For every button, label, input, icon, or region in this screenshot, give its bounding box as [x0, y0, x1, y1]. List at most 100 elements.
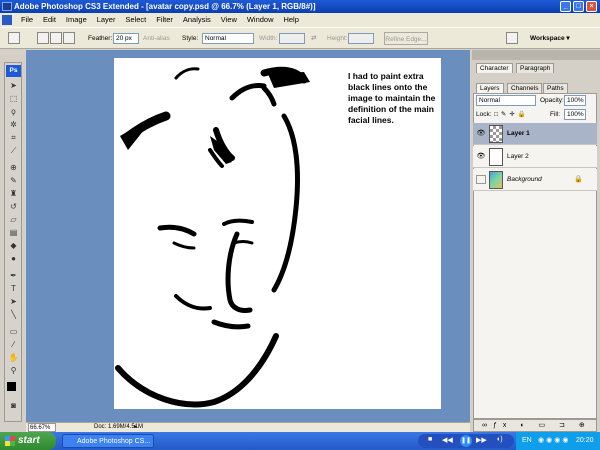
menu-analysis[interactable]: Analysis [179, 13, 215, 27]
eye-icon[interactable]: 👁 [476, 152, 486, 161]
opacity-input[interactable]: 100% [564, 95, 586, 106]
language-indicator[interactable]: EN [522, 432, 532, 450]
tab-channels[interactable]: Channels [507, 83, 543, 93]
menu-layer[interactable]: Layer [93, 13, 120, 27]
feather-label: Feather: [88, 35, 113, 42]
clone-stamp-icon[interactable]: ♜ [8, 189, 19, 199]
previous-icon[interactable]: ◀◀ [442, 436, 453, 444]
layer-thumbnail [489, 171, 503, 189]
antialias-label[interactable]: Anti-alias [143, 32, 170, 45]
style-select[interactable]: Normal [202, 33, 254, 44]
zoom-tool-icon[interactable]: ⚲ [8, 366, 19, 376]
fill-label: Fill: [550, 111, 561, 118]
menu-select[interactable]: Select [121, 13, 150, 27]
close-button[interactable]: × [586, 1, 597, 12]
eye-icon[interactable]: 👁 [476, 129, 486, 138]
height-label: Height: [327, 35, 348, 42]
foreground-color-swatch[interactable] [7, 382, 16, 391]
layer-name: Background [507, 176, 542, 183]
volume-icon[interactable]: ◖) [496, 436, 503, 443]
zoom-field[interactable]: 66.67% [28, 423, 56, 432]
brush-tool-icon[interactable]: ✎ [8, 176, 19, 186]
minimize-button[interactable]: _ [560, 1, 571, 12]
history-brush-icon[interactable]: ↺ [8, 202, 19, 212]
crop-tool-icon[interactable]: ⌗ [8, 133, 19, 143]
window-title: Adobe Photoshop CS3 Extended - [avatar c… [14, 2, 316, 11]
tray-icons[interactable]: ◉◉◉◉ [538, 432, 570, 450]
menu-window[interactable]: Window [243, 13, 278, 27]
blur-tool-icon[interactable]: ◆ [8, 241, 19, 251]
next-icon[interactable]: ▶▶ [476, 436, 487, 444]
slice-tool-icon[interactable]: ⟋ [8, 146, 19, 156]
swap-icon[interactable]: ⇄ [311, 32, 316, 45]
subtract-selection-icon[interactable] [63, 32, 75, 44]
ps-menu-icon[interactable] [2, 15, 12, 26]
feather-input[interactable]: 20 px [113, 33, 139, 44]
menu-edit[interactable]: Edit [39, 13, 60, 27]
lock-icon: 🔒 [574, 176, 583, 183]
layer-thumbnail [489, 125, 503, 143]
eraser-tool-icon[interactable]: ▱ [8, 215, 19, 225]
canvas-annotation-text: I had to paint extra black lines onto th… [348, 71, 436, 125]
tab-paragraph[interactable]: Paragraph [516, 63, 555, 73]
system-tray: EN ◉◉◉◉ 20:20 [516, 432, 600, 450]
dodge-tool-icon[interactable]: ● [8, 254, 19, 264]
add-selection-icon[interactable] [50, 32, 62, 44]
fill-input[interactable]: 100% [564, 109, 586, 120]
visibility-off-icon[interactable] [476, 175, 486, 184]
style-label: Style: [182, 35, 199, 42]
layer-row-layer-1[interactable]: 👁 Layer 1 [473, 123, 597, 145]
gradient-tool-icon[interactable]: ▤ [8, 228, 19, 238]
status-bar: 66.67% Doc: 1.69M/4.51M ▸ [26, 422, 470, 432]
lock-label: Lock: [476, 111, 492, 118]
marquee-tool-icon[interactable] [8, 32, 20, 44]
start-label: start [18, 435, 40, 446]
notes-tool-icon[interactable]: ▭ [8, 327, 19, 337]
layer-thumbnail [489, 148, 503, 166]
width-input[interactable] [279, 33, 305, 44]
new-selection-icon[interactable] [37, 32, 49, 44]
ps-app-icon [2, 2, 12, 11]
media-player-bar[interactable]: ■ ◀◀ ❚❚ ▶▶ ◖) [418, 434, 514, 448]
pause-icon[interactable]: ❚❚ [460, 435, 472, 447]
lasso-tool-icon[interactable]: ϙ [8, 107, 19, 117]
magic-wand-icon[interactable]: ✲ [8, 120, 19, 130]
refine-edge-button[interactable]: Refine Edge... [384, 32, 428, 45]
tab-paths[interactable]: Paths [543, 83, 568, 93]
menu-image[interactable]: Image [62, 13, 91, 27]
start-button[interactable]: start [0, 432, 56, 450]
path-select-icon[interactable]: ➤ [8, 297, 19, 307]
height-input[interactable] [348, 33, 374, 44]
tab-layers[interactable]: Layers [476, 83, 504, 93]
tab-character[interactable]: Character [476, 63, 513, 73]
menu-help[interactable]: Help [279, 13, 302, 27]
panel-dock-header [472, 50, 600, 60]
bridge-icon[interactable] [506, 32, 518, 44]
menu-file[interactable]: File [17, 13, 37, 27]
width-label: Width: [259, 35, 278, 42]
menu-filter[interactable]: Filter [152, 13, 177, 27]
stop-icon[interactable]: ■ [428, 436, 432, 443]
blend-mode-select[interactable]: Normal [476, 95, 536, 106]
opacity-label: Opacity: [540, 97, 564, 104]
clock[interactable]: 20:20 [576, 432, 594, 450]
menu-view[interactable]: View [217, 13, 241, 27]
layer-row-layer-2[interactable]: 👁 Layer 2 [473, 146, 597, 168]
layer-name: Layer 1 [507, 130, 530, 137]
pen-tool-icon[interactable]: ✒ [8, 271, 19, 281]
taskbar-app-button[interactable]: Adobe Photoshop CS... [62, 434, 154, 448]
layer-row-background[interactable]: Background 🔒 [473, 169, 597, 191]
workspace-menu[interactable]: Workspace ▾ [530, 32, 570, 45]
lock-options-icon[interactable]: □✎✛🔒 [494, 108, 529, 121]
eyedropper-icon[interactable]: ⁄ [8, 340, 19, 350]
hand-tool-icon[interactable]: ✋ [8, 353, 19, 363]
healing-brush-icon[interactable]: ⊕ [8, 163, 19, 173]
status-menu-arrow-icon[interactable]: ▸ [134, 423, 137, 432]
shape-tool-icon[interactable]: ╲ [8, 310, 19, 320]
quick-mask-icon[interactable]: ◙ [8, 401, 19, 411]
maximize-button[interactable]: □ [573, 1, 584, 12]
menu-bar: File Edit Image Layer Select Filter Anal… [0, 13, 600, 27]
marquee-tool-icon[interactable]: ⬚ [8, 94, 19, 104]
move-tool-icon[interactable]: ➤ [8, 81, 19, 91]
type-tool-icon[interactable]: T [8, 284, 19, 294]
